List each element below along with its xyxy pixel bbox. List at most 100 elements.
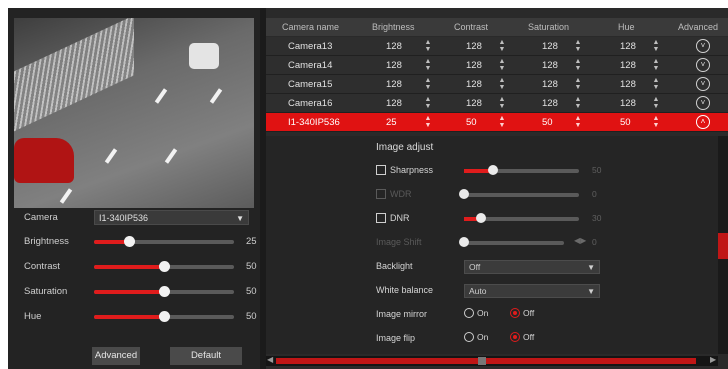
col-hue: Hue (618, 22, 635, 32)
backlight-select[interactable]: Off ▼ (464, 260, 600, 274)
cell-contrast[interactable]: 128 (466, 98, 482, 109)
white-balance-select[interactable]: Auto ▼ (464, 284, 600, 298)
cell-contrast[interactable]: 128 (466, 79, 482, 90)
brightness-slider[interactable] (94, 236, 234, 247)
sharpness-slider-handle[interactable] (487, 165, 498, 175)
spinner-icon[interactable]: ▲ ▼ (574, 77, 582, 91)
vertical-scrollbar-thumb[interactable] (718, 233, 728, 259)
spinner-icon[interactable]: ▲ ▼ (424, 96, 432, 110)
mirror-on-radio[interactable] (464, 308, 474, 318)
camera-row: Camera I1-340IP536 ▼ (24, 210, 254, 226)
spinner-icon[interactable]: ▲ ▼ (652, 77, 660, 91)
white-balance-select-value: Auto (469, 286, 487, 296)
image-shift-slider[interactable] (459, 237, 564, 247)
cell-hue[interactable]: 128 (620, 41, 636, 52)
wdr-slider[interactable] (459, 189, 579, 199)
ctrl-row-hue: Hue 50 (24, 309, 259, 325)
spinner-icon[interactable]: ▲ ▼ (574, 39, 582, 53)
cell-brightness[interactable]: 128 (386, 98, 402, 109)
spinner-icon[interactable]: ▲ ▼ (498, 58, 506, 72)
spinner-icon[interactable]: ▲ ▼ (574, 115, 582, 129)
backlight-select-value: Off (469, 262, 481, 272)
advanced-toggle-icon[interactable]: ˅ (696, 96, 710, 110)
table-row[interactable]: Camera16 128 ▲ ▼ 128 ▲ ▼ 128 ▲ ▼ 128 ▲ ▼ ˅ (266, 94, 728, 113)
dnr-value: 30 (592, 213, 602, 223)
advanced-toggle-icon[interactable]: ˅ (696, 58, 710, 72)
horizontal-scrollbar[interactable]: ◀ ▶ (266, 355, 718, 366)
cell-saturation[interactable]: 50 (542, 117, 553, 128)
spinner-icon[interactable]: ▲ ▼ (498, 115, 506, 129)
cell-brightness[interactable]: 128 (386, 41, 402, 52)
flip-off-label: Off (523, 332, 535, 342)
flip-off-radio[interactable] (510, 332, 520, 342)
spinner-icon[interactable]: ▲ ▼ (498, 39, 506, 53)
spinner-icon[interactable]: ▲ ▼ (498, 96, 506, 110)
cell-hue[interactable]: 128 (620, 60, 636, 71)
slider-handle[interactable] (124, 236, 135, 247)
spinner-icon[interactable]: ▲ ▼ (424, 39, 432, 53)
horizontal-scrollbar-thumb[interactable] (478, 357, 486, 365)
cell-brightness[interactable]: 128 (386, 60, 402, 71)
spinner-icon[interactable]: ▲ ▼ (574, 58, 582, 72)
mirror-off-label: Off (523, 308, 535, 318)
advanced-button[interactable]: Advanced (92, 347, 140, 365)
dnr-slider[interactable] (464, 213, 579, 223)
cell-saturation[interactable]: 128 (542, 60, 558, 71)
slider-handle[interactable] (159, 261, 170, 272)
white-balance-label: White balance (376, 285, 434, 295)
table-row[interactable]: Camera13 128 ▲ ▼ 128 ▲ ▼ 128 ▲ ▼ 128 ▲ ▼ ˅ (266, 37, 728, 56)
cell-contrast[interactable]: 50 (466, 117, 477, 128)
cell-name: Camera14 (288, 60, 333, 71)
advanced-toggle-icon[interactable]: ˄ (696, 115, 710, 129)
table-row[interactable]: I1-340IP536 25 ▲ ▼ 50 ▲ ▼ 50 ▲ ▼ 50 ▲ ▼ ˄ (266, 113, 728, 132)
vertical-scrollbar[interactable] (718, 136, 728, 354)
mirror-off-radio[interactable] (510, 308, 520, 318)
ctrl-row-brightness: Brightness 25 (24, 234, 259, 250)
sharpness-checkbox[interactable] (376, 165, 386, 175)
scroll-left-icon[interactable]: ◀ (267, 355, 273, 364)
cell-contrast[interactable]: 128 (466, 60, 482, 71)
cell-hue[interactable]: 128 (620, 79, 636, 90)
saturation-slider[interactable] (94, 286, 234, 297)
col-contrast: Contrast (454, 22, 489, 32)
dnr-slider-handle[interactable] (476, 213, 487, 223)
cell-saturation[interactable]: 128 (542, 98, 558, 109)
image-shift-slider-handle[interactable] (459, 237, 469, 247)
slider-handle[interactable] (159, 311, 170, 322)
default-button[interactable]: Default (170, 347, 242, 365)
wdr-slider-handle[interactable] (459, 189, 469, 199)
spinner-icon[interactable]: ▲ ▼ (652, 115, 660, 129)
cell-saturation[interactable]: 128 (542, 79, 558, 90)
cell-brightness[interactable]: 128 (386, 79, 402, 90)
sharpness-slider[interactable] (464, 165, 579, 175)
table-row[interactable]: Camera14 128 ▲ ▼ 128 ▲ ▼ 128 ▲ ▼ 128 ▲ ▼ ˅ (266, 56, 728, 75)
spinner-icon[interactable]: ▲ ▼ (424, 115, 432, 129)
spinner-icon[interactable]: ▲ ▼ (424, 77, 432, 91)
image-shift-row: Image Shift ◀▶ 0 (376, 236, 616, 252)
scroll-right-icon[interactable]: ▶ (710, 355, 716, 364)
chevron-down-icon: ▼ (587, 287, 595, 296)
spinner-icon[interactable]: ▲ ▼ (574, 96, 582, 110)
cell-saturation[interactable]: 128 (542, 41, 558, 52)
wdr-checkbox[interactable] (376, 189, 386, 199)
chevron-down-icon: ▼ (587, 263, 595, 272)
spinner-icon[interactable]: ▲ ▼ (652, 58, 660, 72)
contrast-slider[interactable] (94, 261, 234, 272)
slider-handle[interactable] (159, 286, 170, 297)
spinner-icon[interactable]: ▲ ▼ (498, 77, 506, 91)
cell-hue[interactable]: 50 (620, 117, 631, 128)
cell-hue[interactable]: 128 (620, 98, 636, 109)
cell-brightness[interactable]: 25 (386, 117, 397, 128)
cell-contrast[interactable]: 128 (466, 41, 482, 52)
spinner-icon[interactable]: ▲ ▼ (424, 58, 432, 72)
camera-select[interactable]: I1-340IP536 ▼ (94, 210, 249, 225)
hue-slider[interactable] (94, 311, 234, 322)
spinner-icon[interactable]: ▲ ▼ (652, 39, 660, 53)
table-row[interactable]: Camera15 128 ▲ ▼ 128 ▲ ▼ 128 ▲ ▼ 128 ▲ ▼ ˅ (266, 75, 728, 94)
dnr-checkbox[interactable] (376, 213, 386, 223)
chevron-down-icon: ▼ (236, 214, 244, 223)
flip-on-radio[interactable] (464, 332, 474, 342)
spinner-icon[interactable]: ▲ ▼ (652, 96, 660, 110)
advanced-toggle-icon[interactable]: ˅ (696, 77, 710, 91)
advanced-toggle-icon[interactable]: ˅ (696, 39, 710, 53)
